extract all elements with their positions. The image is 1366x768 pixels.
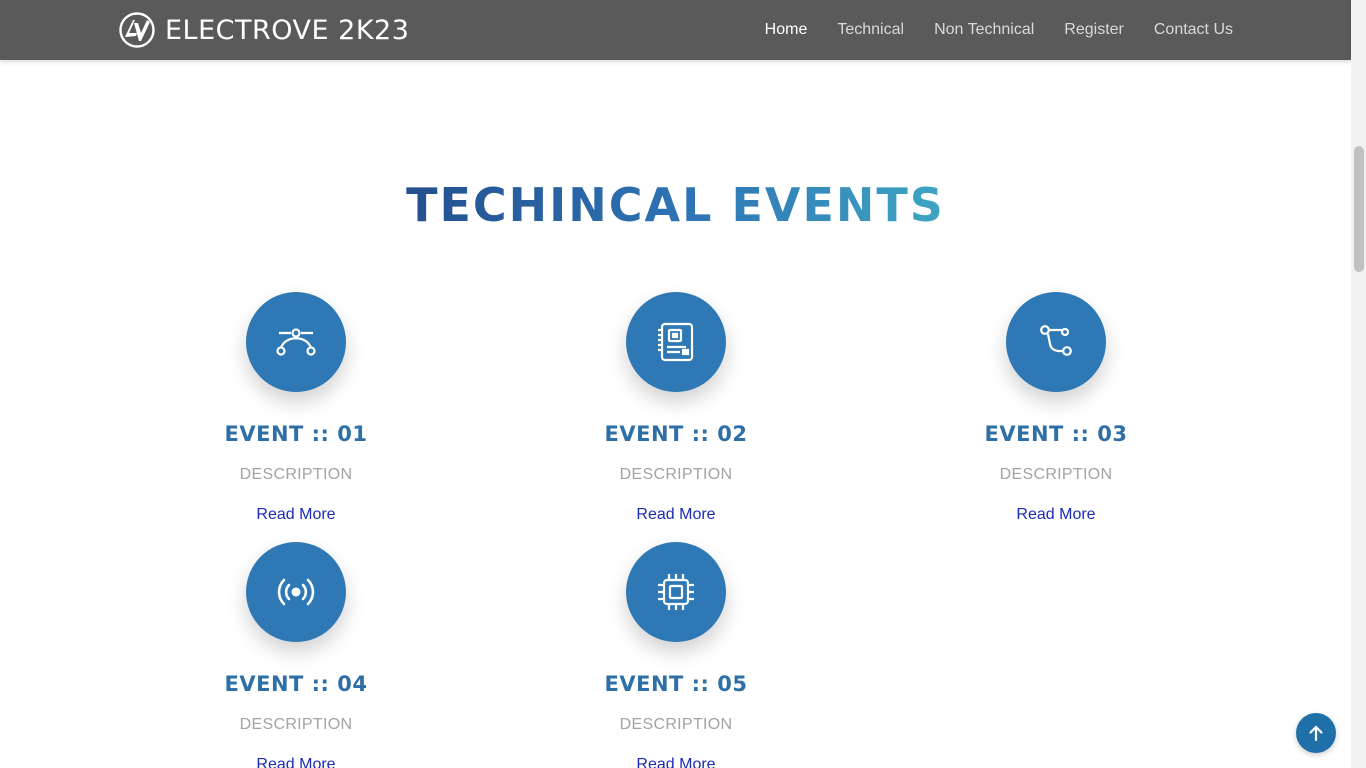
event-title: EVENT :: 04 (224, 672, 368, 696)
nav-menu: Home Technical Non Technical Register Co… (735, 0, 1233, 60)
nav-technical[interactable]: Technical (837, 21, 904, 39)
brand-name: ELECTROVE 2K23 (165, 14, 410, 46)
broadcast-icon (277, 578, 315, 606)
arrow-up-icon (1309, 725, 1323, 742)
read-more-link[interactable]: Read More (256, 756, 335, 768)
ev-logo-icon (118, 11, 156, 49)
scrollbar-thumb[interactable] (1354, 146, 1364, 272)
read-more-link[interactable]: Read More (256, 506, 335, 524)
event-title: EVENT :: 02 (604, 422, 748, 446)
event-icon-circle (626, 292, 726, 392)
nav-non-technical[interactable]: Non Technical (934, 21, 1034, 39)
cpu-chip-icon (658, 574, 694, 610)
brand[interactable]: ELECTROVE 2K23 (118, 10, 409, 50)
event-icon-circle (626, 542, 726, 642)
event-description: DESCRIPTION (999, 466, 1113, 483)
nav-register[interactable]: Register (1064, 21, 1124, 39)
event-icon-circle (246, 542, 346, 642)
event-icon-circle (246, 292, 346, 392)
read-more-link[interactable]: Read More (636, 756, 715, 768)
event-card-03: EVENT :: 03 DESCRIPTION Read More (926, 292, 1186, 524)
event-title: EVENT :: 03 (984, 422, 1128, 446)
event-icon-circle (1006, 292, 1106, 392)
event-card-05: EVENT :: 05 DESCRIPTION Read More (546, 542, 806, 768)
bezier-curve-icon (276, 328, 316, 356)
event-card-01: EVENT :: 01 DESCRIPTION Read More (166, 292, 426, 524)
read-more-link[interactable]: Read More (636, 506, 715, 524)
back-to-top-button[interactable] (1296, 713, 1336, 753)
event-title: EVENT :: 01 (224, 422, 368, 446)
event-description: DESCRIPTION (619, 466, 733, 483)
motherboard-icon (658, 322, 694, 362)
event-card-02: EVENT :: 02 DESCRIPTION Read More (546, 292, 806, 524)
event-description: DESCRIPTION (239, 466, 353, 483)
section-title: TECHINCAL EVENTS (0, 178, 1351, 232)
vector-path-icon (1040, 325, 1072, 356)
event-description: DESCRIPTION (239, 716, 353, 733)
section-title-text: TECHINCAL EVENTS (406, 178, 945, 232)
nav-home[interactable]: Home (765, 21, 808, 39)
page-scrollbar[interactable] (1351, 0, 1366, 768)
read-more-link[interactable]: Read More (1016, 506, 1095, 524)
navbar: ELECTROVE 2K23 Home Technical Non Techni… (0, 0, 1351, 60)
event-title: EVENT :: 05 (604, 672, 748, 696)
event-description: DESCRIPTION (619, 716, 733, 733)
nav-contact-us[interactable]: Contact Us (1154, 21, 1233, 39)
event-card-04: EVENT :: 04 DESCRIPTION Read More (166, 542, 426, 768)
